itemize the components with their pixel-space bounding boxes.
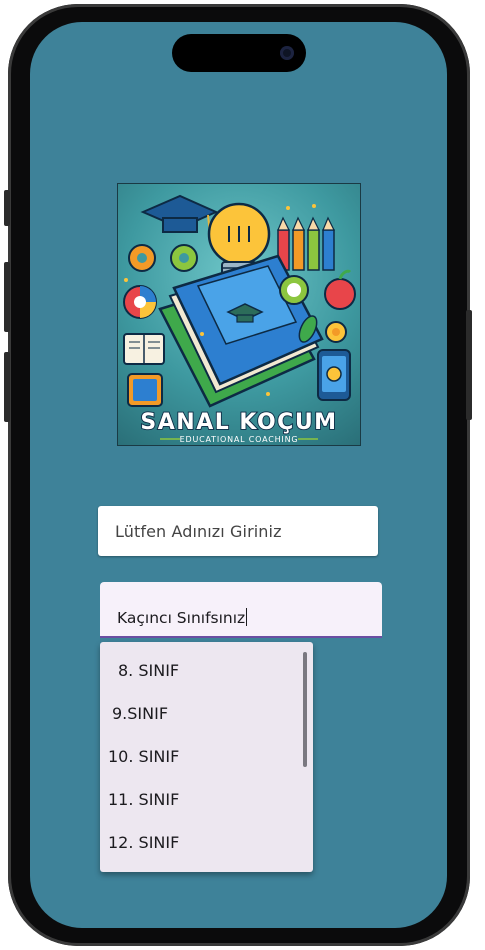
graduation-cap-icon bbox=[140, 194, 219, 235]
tablet-icon bbox=[127, 373, 163, 407]
dropdown-option-10[interactable]: 10. SINIF bbox=[100, 736, 308, 776]
dropdown-option-label: 10. SINIF bbox=[108, 746, 180, 766]
app-logo: SANAL KOÇUM EDUCATIONAL COACHING bbox=[117, 183, 361, 446]
notebook-icon bbox=[123, 333, 165, 365]
dropdown-option-label: 8. SINIF bbox=[118, 660, 180, 680]
logo-illustration: SANAL KOÇUM EDUCATIONAL COACHING bbox=[123, 194, 356, 444]
gear-icon bbox=[128, 244, 198, 272]
coin-icon bbox=[325, 321, 347, 343]
dropdown-scrollbar[interactable] bbox=[303, 652, 307, 767]
name-input[interactable]: Lütfen Adınızı Giriniz bbox=[98, 506, 378, 556]
dropdown-option-8[interactable]: 8. SINIF bbox=[100, 650, 318, 690]
front-camera-icon bbox=[280, 46, 294, 60]
dropdown-option-12[interactable]: 12. SINIF bbox=[100, 822, 308, 862]
volume-button-2 bbox=[4, 352, 10, 422]
class-select-field[interactable]: Kaçıncı Sınıfsınız bbox=[100, 582, 382, 638]
logo-title: SANAL KOÇUM bbox=[140, 410, 337, 435]
volume-down-button bbox=[4, 262, 10, 332]
dropdown-option-label: 9.SINIF bbox=[112, 703, 169, 723]
pencils-icon bbox=[277, 216, 335, 271]
pie-chart-icon bbox=[123, 285, 157, 319]
dropdown-option-label: 11. SINIF bbox=[108, 789, 180, 809]
logo-subtitle: EDUCATIONAL COACHING bbox=[180, 435, 299, 444]
app-screen: SANAL KOÇUM EDUCATIONAL COACHING Lütfen … bbox=[30, 22, 447, 928]
class-select-value: Kaçıncı Sınıfsınız bbox=[117, 609, 246, 627]
power-button bbox=[466, 310, 472, 420]
name-input-placeholder: Lütfen Adınızı Giriniz bbox=[115, 521, 282, 541]
dropdown-option-11[interactable]: 11. SINIF bbox=[100, 779, 308, 819]
text-cursor bbox=[246, 608, 248, 626]
smartphone-icon bbox=[317, 349, 351, 401]
dropdown-option-label: 12. SINIF bbox=[108, 832, 180, 852]
phone-mockup: SANAL KOÇUM EDUCATIONAL COACHING Lütfen … bbox=[0, 0, 485, 950]
dynamic-island bbox=[172, 34, 306, 72]
volume-up-button bbox=[4, 190, 10, 226]
apple-icon bbox=[324, 269, 356, 310]
class-dropdown-menu: 8. SINIF 9.SINIF 10. SINIF 11. SINIF 12.… bbox=[100, 642, 313, 872]
dropdown-option-9[interactable]: 9.SINIF bbox=[100, 693, 312, 733]
question-icon bbox=[279, 275, 309, 305]
